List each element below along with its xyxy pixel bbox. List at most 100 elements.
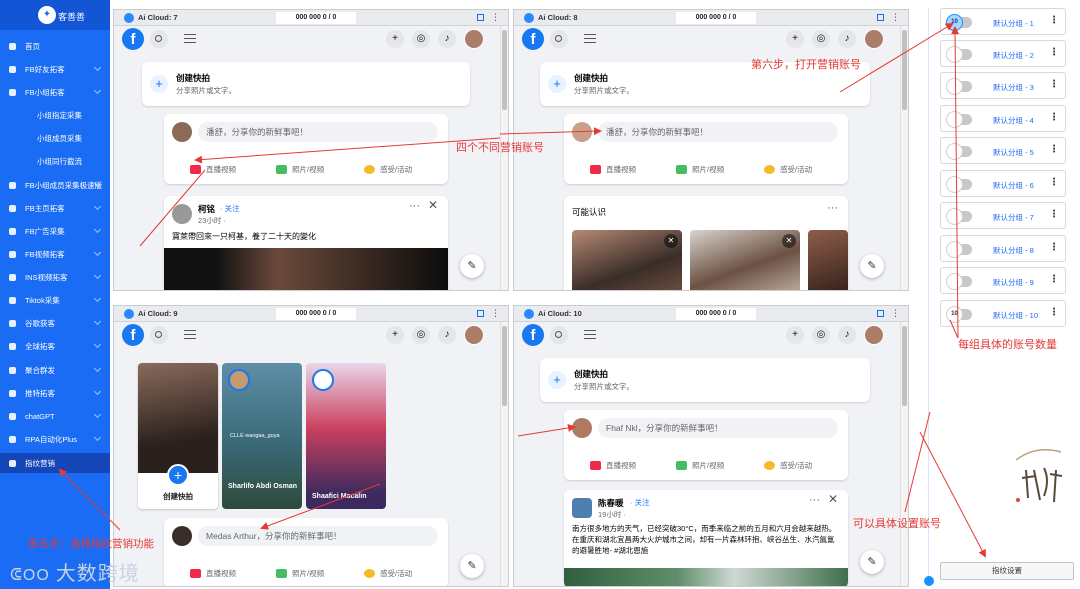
story-tile[interactable]: CLLE wangaa_guya Sharlifo Abdi Osman: [222, 363, 302, 509]
account-group-item[interactable]: 默认分组 - 8 ⋮: [940, 235, 1066, 262]
sidebar-item[interactable]: 小组成员采集: [0, 128, 110, 148]
account-group-item[interactable]: 默认分组 - 7 ⋮: [940, 202, 1066, 229]
group-toggle[interactable]: 10: [946, 14, 972, 31]
menu-icon[interactable]: [584, 330, 596, 339]
bell-icon[interactable]: ♪: [438, 326, 456, 344]
messenger-icon[interactable]: ◎: [812, 30, 830, 48]
messenger-icon[interactable]: ◎: [812, 326, 830, 344]
more-icon[interactable]: ···: [409, 200, 420, 212]
account-group-item[interactable]: 默认分组 - 2 ⋮: [940, 40, 1066, 67]
search-icon[interactable]: [550, 326, 568, 344]
live-video-button[interactable]: 直播视频: [590, 164, 636, 175]
bell-icon[interactable]: ♪: [838, 326, 856, 344]
sidebar-item[interactable]: RPA自动化Plus: [0, 429, 110, 449]
more-icon[interactable]: ⋮: [1049, 112, 1059, 123]
sidebar-item[interactable]: 小组指定采集: [0, 105, 110, 125]
group-toggle[interactable]: 10: [946, 306, 972, 323]
scrollbar[interactable]: [500, 26, 508, 290]
facebook-logo-icon[interactable]: f: [522, 324, 544, 346]
sidebar-item[interactable]: Tiktok采集: [0, 290, 110, 310]
more-icon[interactable]: ⋮: [491, 12, 500, 23]
close-icon[interactable]: ✕: [782, 234, 796, 248]
sidebar-item[interactable]: 指纹营销: [0, 453, 110, 473]
suggested-person-photo[interactable]: ✕: [572, 230, 682, 290]
messenger-icon[interactable]: ◎: [412, 326, 430, 344]
close-icon[interactable]: ✕: [428, 198, 438, 212]
vertical-slider-handle[interactable]: [924, 576, 934, 586]
account-group-item[interactable]: 默认分组 - 6 ⋮: [940, 170, 1066, 197]
scrollbar-thumb[interactable]: [502, 30, 507, 110]
fingerprint-settings-button[interactable]: 指纹设置: [940, 562, 1074, 580]
search-icon[interactable]: [150, 326, 168, 344]
sidebar-item[interactable]: INS视频拓客: [0, 267, 110, 287]
sidebar-item[interactable]: FB广告采集: [0, 221, 110, 241]
suggested-person-photo[interactable]: ✕: [690, 230, 800, 290]
group-toggle[interactable]: [946, 111, 972, 128]
more-icon[interactable]: ···: [827, 202, 838, 214]
post-author[interactable]: 陈春暖: [598, 497, 624, 509]
sidebar-item[interactable]: 谷歌获客: [0, 313, 110, 333]
group-toggle[interactable]: [946, 273, 972, 290]
follow-link[interactable]: · 关注: [220, 203, 240, 214]
live-video-button[interactable]: 直播视频: [590, 460, 636, 471]
live-video-button[interactable]: 直播视频: [190, 164, 236, 175]
feeling-button[interactable]: 感受/活动: [364, 568, 412, 579]
avatar[interactable]: [464, 29, 484, 49]
suggested-person-photo[interactable]: [808, 230, 848, 290]
avatar[interactable]: [864, 325, 884, 345]
post-input[interactable]: Medas Arthur，分享你的新鲜事吧！: [198, 526, 438, 546]
follow-link[interactable]: · 关注: [630, 497, 650, 508]
story-tile[interactable]: Shaafici Macalin: [306, 363, 386, 509]
sidebar-item[interactable]: FB好友拓客: [0, 59, 110, 79]
photo-video-button[interactable]: 照片/视频: [276, 164, 324, 175]
sidebar-item[interactable]: chatGPT: [0, 406, 110, 426]
more-icon[interactable]: ⋮: [1049, 307, 1059, 318]
maximize-icon[interactable]: [477, 310, 484, 317]
more-icon[interactable]: ···: [809, 494, 820, 506]
messenger-icon[interactable]: ◎: [412, 30, 430, 48]
create-story-card[interactable]: + 创建快拍 分享照片或文字。: [540, 358, 870, 402]
scrollbar[interactable]: [900, 322, 908, 586]
group-toggle[interactable]: [946, 143, 972, 160]
scrollbar-thumb[interactable]: [902, 326, 907, 406]
plus-icon[interactable]: +: [386, 326, 404, 344]
sidebar-item[interactable]: FB小组成员采集极速版: [0, 175, 110, 195]
account-group-item[interactable]: 默认分组 - 4 ⋮: [940, 105, 1066, 132]
facebook-logo-icon[interactable]: f: [122, 28, 144, 50]
group-toggle[interactable]: [946, 46, 972, 63]
avatar[interactable]: [464, 325, 484, 345]
more-icon[interactable]: ⋮: [1049, 47, 1059, 58]
post-input[interactable]: Fhaf Nkl，分享你的新鲜事吧！: [598, 418, 838, 438]
maximize-icon[interactable]: [477, 14, 484, 21]
create-story-tile[interactable]: + 创建快拍: [138, 363, 218, 509]
sidebar-item[interactable]: FB视频拓客: [0, 244, 110, 264]
more-icon[interactable]: ⋮: [1049, 79, 1059, 90]
facebook-logo-icon[interactable]: f: [122, 324, 144, 346]
sidebar-item[interactable]: 推特拓客: [0, 383, 110, 403]
more-icon[interactable]: ⋮: [1049, 242, 1059, 253]
menu-icon[interactable]: [184, 330, 196, 339]
account-group-item[interactable]: 默认分组 - 5 ⋮: [940, 137, 1066, 164]
live-video-button[interactable]: 直播视频: [190, 568, 236, 579]
scrollbar[interactable]: [900, 26, 908, 290]
more-icon[interactable]: ⋮: [491, 308, 500, 319]
plus-icon[interactable]: +: [786, 326, 804, 344]
menu-icon[interactable]: [584, 34, 596, 43]
post-image[interactable]: [164, 248, 448, 290]
avatar[interactable]: [864, 29, 884, 49]
search-icon[interactable]: [550, 30, 568, 48]
compose-icon[interactable]: ✎: [860, 550, 884, 574]
maximize-icon[interactable]: [877, 310, 884, 317]
bell-icon[interactable]: ♪: [838, 30, 856, 48]
feeling-button[interactable]: 感受/活动: [764, 460, 812, 471]
plus-icon[interactable]: +: [786, 30, 804, 48]
sidebar-item[interactable]: 全球拓客: [0, 336, 110, 356]
create-story-card[interactable]: + 创建快拍 分享照片或文字。: [142, 62, 470, 106]
photo-video-button[interactable]: 照片/视频: [276, 568, 324, 579]
menu-icon[interactable]: [184, 34, 196, 43]
feeling-button[interactable]: 感受/活动: [364, 164, 412, 175]
sidebar-item[interactable]: 聚合群发: [0, 360, 110, 380]
close-icon[interactable]: ✕: [828, 492, 838, 506]
compose-icon[interactable]: ✎: [460, 254, 484, 278]
account-group-item[interactable]: 默认分组 - 9 ⋮: [940, 267, 1066, 294]
